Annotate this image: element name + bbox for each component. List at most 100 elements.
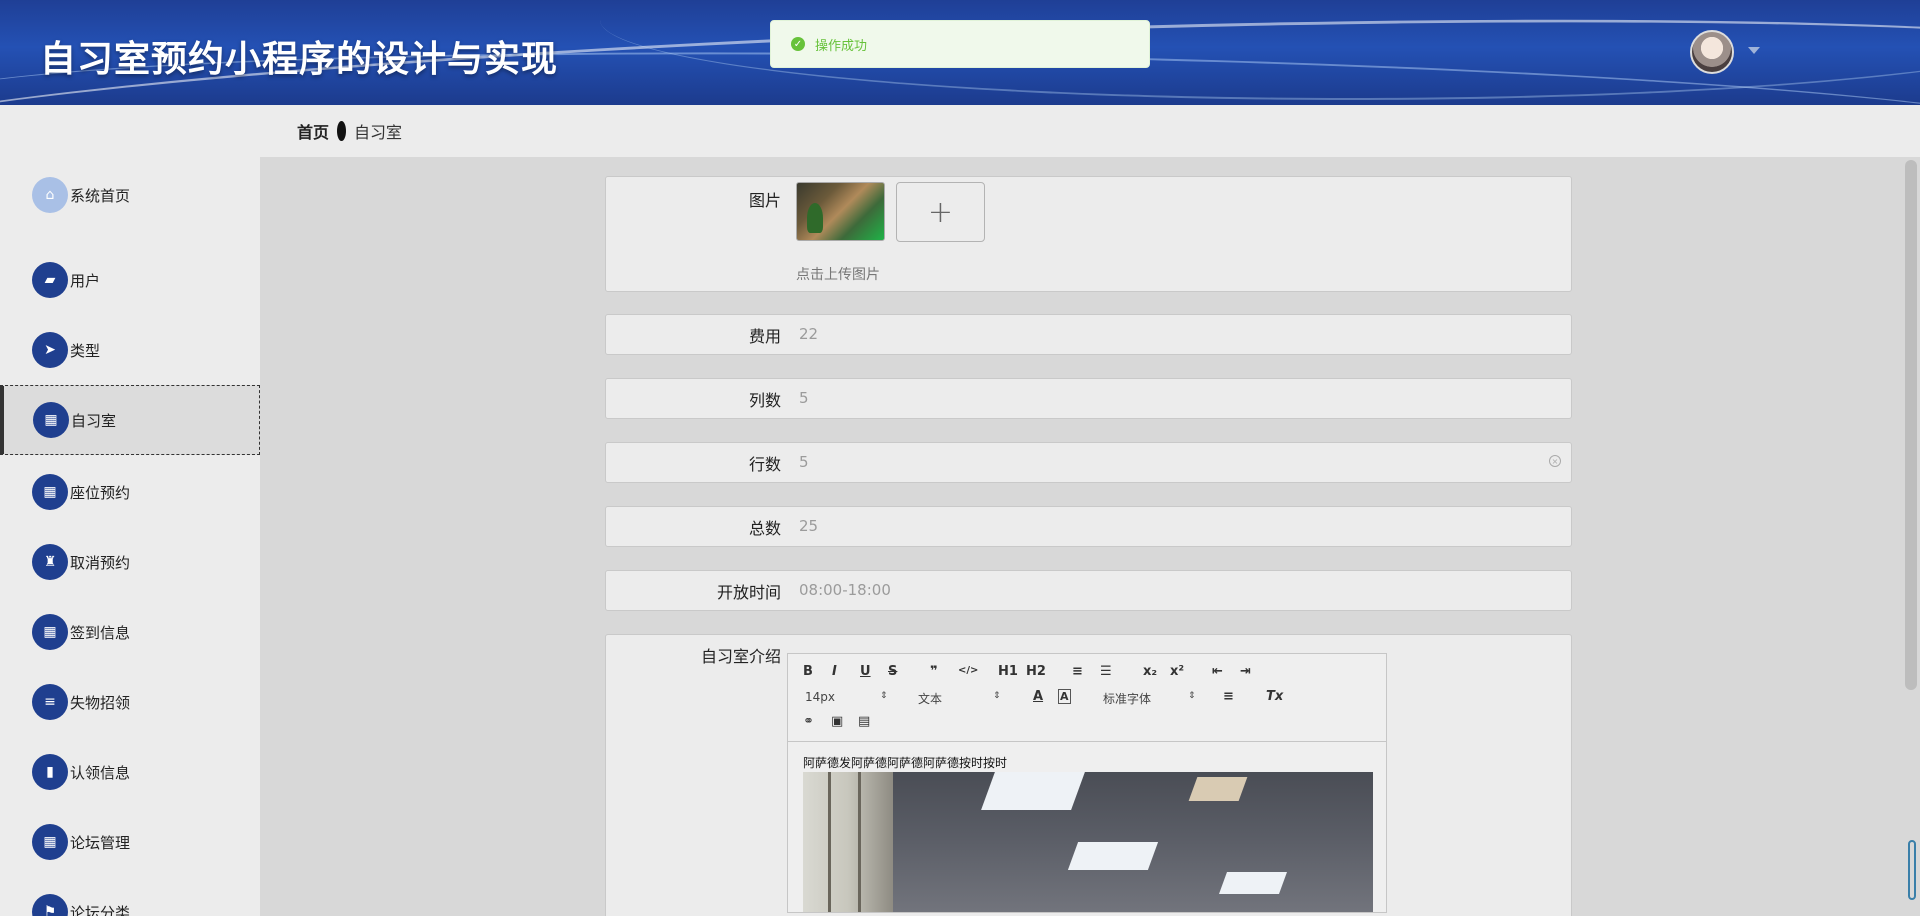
book-icon: ▮ (32, 754, 68, 790)
h1-button[interactable]: H1 (998, 664, 1018, 679)
breadcrumb-home[interactable]: 首页 (297, 119, 329, 143)
subscript-button[interactable]: x₂ (1143, 664, 1157, 679)
total-input[interactable]: 25 (799, 517, 818, 535)
image-icon[interactable]: ▣ (831, 714, 843, 729)
sidebar-item-label: 类型 (70, 341, 101, 360)
columns-label: 列数 (748, 391, 781, 410)
bullet-list-button[interactable]: ☰ (1100, 664, 1112, 679)
video-icon[interactable]: ▤ (858, 714, 870, 729)
image-label: 图片 (748, 191, 781, 210)
breadcrumb: 首页 自习室 (260, 105, 1920, 157)
sidebar-item-users[interactable]: ▰ 用户 (0, 245, 260, 315)
rows-field[interactable]: 行数 5 × (605, 442, 1572, 483)
intro-field: 自习室介绍 B I U S ❞ </> H1 H2 ≡ ☰ x₂ x² ⇤ ⇥ … (605, 634, 1572, 916)
sidebar-item-lost-found[interactable]: ≡ 失物招领 (0, 667, 260, 737)
bold-button[interactable]: B (803, 664, 813, 679)
superscript-button[interactable]: x² (1170, 664, 1184, 679)
flag-icon: ⚑ (32, 894, 68, 916)
image-ceiling-light (1067, 842, 1159, 870)
indent-button[interactable]: ⇥ (1240, 664, 1251, 679)
strike-button[interactable]: S (888, 664, 897, 679)
grid-icon: ▦ (32, 474, 68, 510)
h2-button[interactable]: H2 (1026, 664, 1046, 679)
sidebar-item-home[interactable]: ⌂ 系统首页 (0, 160, 260, 230)
sidebar-item-forum-manage[interactable]: ▦ 论坛管理 (0, 807, 260, 877)
main-scrollbar[interactable] (1905, 160, 1917, 690)
sidebar-item-label: 论坛管理 (70, 833, 131, 852)
image-ceiling-light (1218, 872, 1288, 894)
sidebar-item-label: 认领信息 (70, 763, 131, 782)
background-color-icon[interactable]: A (1058, 689, 1071, 704)
site-title: 自习室预约小程序的设计与实现 (40, 39, 559, 80)
align-icon[interactable]: ≡ (1223, 689, 1234, 704)
sidebar-item-claim-info[interactable]: ▮ 认领信息 (0, 737, 260, 807)
rich-text-editor[interactable]: B I U S ❞ </> H1 H2 ≡ ☰ x₂ x² ⇤ ⇥ 14px ⇕… (787, 653, 1387, 913)
image-window (803, 772, 893, 912)
font-color-icon[interactable]: A (1033, 689, 1043, 704)
image-window-frame (828, 772, 831, 912)
columns-field[interactable]: 列数 5 (605, 378, 1572, 419)
blockquote-button[interactable]: ❞ (930, 664, 938, 679)
briefcase-icon: ▰ (32, 262, 68, 298)
sidebar-item-study-room[interactable]: ▦ 自习室 (0, 385, 260, 455)
chevron-down-icon[interactable] (1748, 47, 1760, 54)
fee-input[interactable]: 22 (799, 325, 818, 343)
image-window-frame (858, 772, 861, 912)
home-icon: ⌂ (32, 177, 68, 213)
sidebar-item-label: 取消预约 (70, 553, 131, 572)
editor-content-image[interactable] (803, 772, 1373, 912)
upload-button[interactable]: + (896, 182, 985, 242)
breadcrumb-separator-icon (337, 121, 347, 141)
rows-label: 行数 (748, 455, 781, 474)
chevron-updown-icon[interactable]: ⇕ (880, 691, 888, 701)
user-avatar[interactable] (1690, 30, 1734, 74)
sidebar-item-forum-category[interactable]: ⚑ 论坛分类 (0, 877, 260, 916)
columns-input[interactable]: 5 (799, 389, 809, 407)
sidebar: ⌂ 系统首页 ▰ 用户 ➤ 类型 ▦ 自习室 ▦ 座位预约 ♜ 取消预约 ▦ 签… (0, 105, 260, 916)
check-circle-icon: ✓ (791, 37, 805, 51)
code-block-button[interactable]: </> (958, 665, 978, 676)
paper-plane-icon: ➤ (32, 332, 68, 368)
total-field[interactable]: 总数 25 (605, 506, 1572, 547)
chevron-updown-icon[interactable]: ⇕ (993, 691, 1001, 701)
thumbnail-plant (807, 203, 823, 233)
open-time-input[interactable]: 08:00-18:00 (799, 581, 891, 599)
sidebar-item-types[interactable]: ➤ 类型 (0, 315, 260, 385)
font-size-select[interactable]: 14px (805, 690, 835, 704)
sidebar-item-label: 失物招领 (70, 693, 131, 712)
sidebar-item-cancel-booking[interactable]: ♜ 取消预约 (0, 527, 260, 597)
intro-label: 自习室介绍 (700, 647, 781, 666)
sidebar-item-label: 系统首页 (70, 186, 131, 205)
upload-hint: 点击上传图片 (796, 267, 880, 283)
editor-content-text[interactable]: 阿萨德发阿萨德阿萨德阿萨德按时按时 (803, 754, 1007, 771)
image-ceiling-light (981, 772, 1085, 810)
clear-icon[interactable]: × (1549, 455, 1561, 467)
fee-field[interactable]: 费用 22 (605, 314, 1572, 355)
chevron-updown-icon[interactable]: ⇕ (1188, 691, 1196, 701)
sidebar-item-label: 签到信息 (70, 623, 131, 642)
underline-button[interactable]: U (860, 664, 871, 679)
sidebar-item-checkin-info[interactable]: ▦ 签到信息 (0, 597, 260, 667)
image-ceiling-light (1188, 777, 1248, 801)
clear-format-button[interactable]: Tx (1266, 689, 1283, 704)
italic-button[interactable]: I (832, 664, 837, 679)
outdent-button[interactable]: ⇤ (1212, 664, 1223, 679)
block-format-select[interactable]: 文本 (918, 690, 942, 707)
sidebar-item-label: 用户 (70, 271, 101, 290)
sidebar-item-seat-booking[interactable]: ▦ 座位预约 (0, 457, 260, 527)
grid-icon: ▦ (33, 402, 69, 438)
grid-icon: ▦ (32, 614, 68, 650)
sidebar-item-label: 自习室 (71, 411, 117, 430)
sidebar-item-label: 座位预约 (70, 483, 131, 502)
rows-input[interactable]: 5 (799, 453, 809, 471)
success-toast: ✓ 操作成功 (770, 20, 1150, 68)
open-time-field[interactable]: 开放时间 08:00-18:00 (605, 570, 1572, 611)
uploaded-image-thumbnail[interactable] (796, 182, 885, 241)
font-family-select[interactable]: 标准字体 (1103, 690, 1151, 707)
link-icon[interactable]: ⚭ (803, 714, 814, 729)
toast-message: 操作成功 (815, 38, 868, 54)
ordered-list-button[interactable]: ≡ (1072, 664, 1083, 679)
grid-icon: ▦ (32, 824, 68, 860)
editor-toolbar: B I U S ❞ </> H1 H2 ≡ ☰ x₂ x² ⇤ ⇥ 14px ⇕… (788, 654, 1386, 742)
scroll-indicator[interactable] (1908, 840, 1916, 900)
